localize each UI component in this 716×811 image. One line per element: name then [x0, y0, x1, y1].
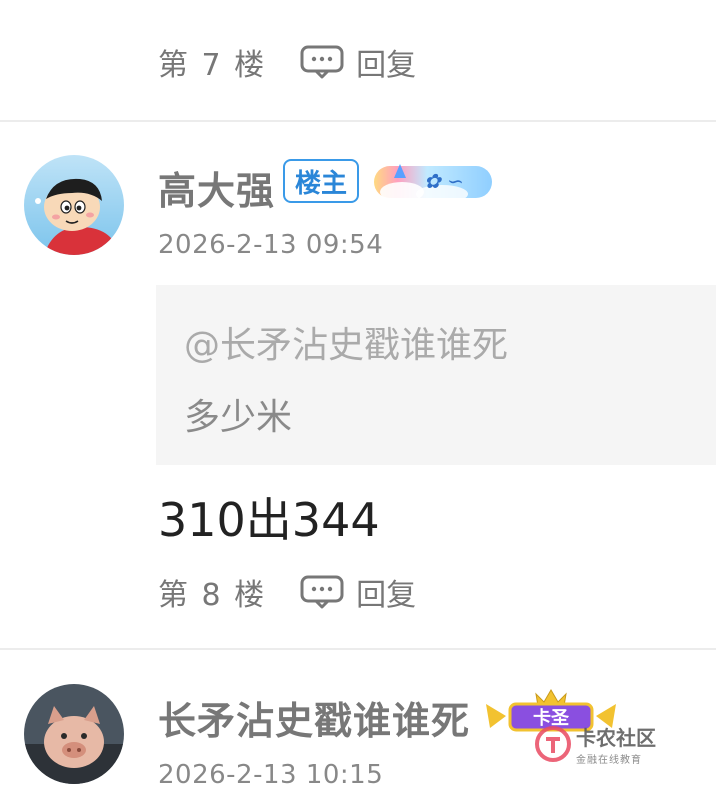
watermark: 卡农社区 金融在线教育 [534, 722, 656, 766]
reply-button[interactable]: 回复 [300, 40, 416, 84]
reply-label: 回复 [356, 578, 417, 613]
quote-text: 多少米 [184, 397, 293, 438]
comment-icon [300, 575, 344, 609]
owner-badge: 楼主 [283, 159, 359, 203]
previous-post-footer: 第 7 楼 回复 [158, 40, 416, 84]
user-avatar[interactable] [24, 155, 124, 255]
reply-button[interactable]: 回复 [300, 570, 416, 614]
pig-avatar-icon [24, 684, 124, 784]
cartoon-boy-avatar-icon [24, 155, 124, 255]
watermark-subtitle: 金融在线教育 [576, 755, 642, 766]
comment-icon [300, 45, 344, 79]
post-divider [0, 120, 716, 122]
username[interactable]: 高大强 [158, 160, 275, 215]
watermark-title: 卡农社区 [576, 726, 656, 750]
post-divider [0, 648, 716, 650]
floor-number: 第 8 楼 [158, 578, 267, 613]
svg-text:✿ ∽: ✿ ∽ [424, 169, 464, 193]
previous-post-content-partial: · · · [158, 0, 215, 11]
post-content: 310出344 [158, 493, 380, 547]
user-avatar[interactable] [24, 684, 124, 784]
post-footer: 第 8 楼 回复 [158, 570, 416, 614]
post-timestamp: 2026-2-13 09:54 [158, 230, 384, 260]
post-timestamp: 2026-2-13 10:15 [158, 760, 384, 790]
username[interactable]: 长矛沾史戳谁谁死 [158, 690, 470, 745]
reply-label: 回复 [356, 48, 417, 83]
quote-mention[interactable]: @长矛沾史戳谁谁死 [184, 316, 508, 368]
floor-number: 第 7 楼 [158, 48, 267, 83]
cloud-medal-icon: ✿ ∽ [374, 164, 492, 203]
logo-icon [535, 726, 571, 762]
